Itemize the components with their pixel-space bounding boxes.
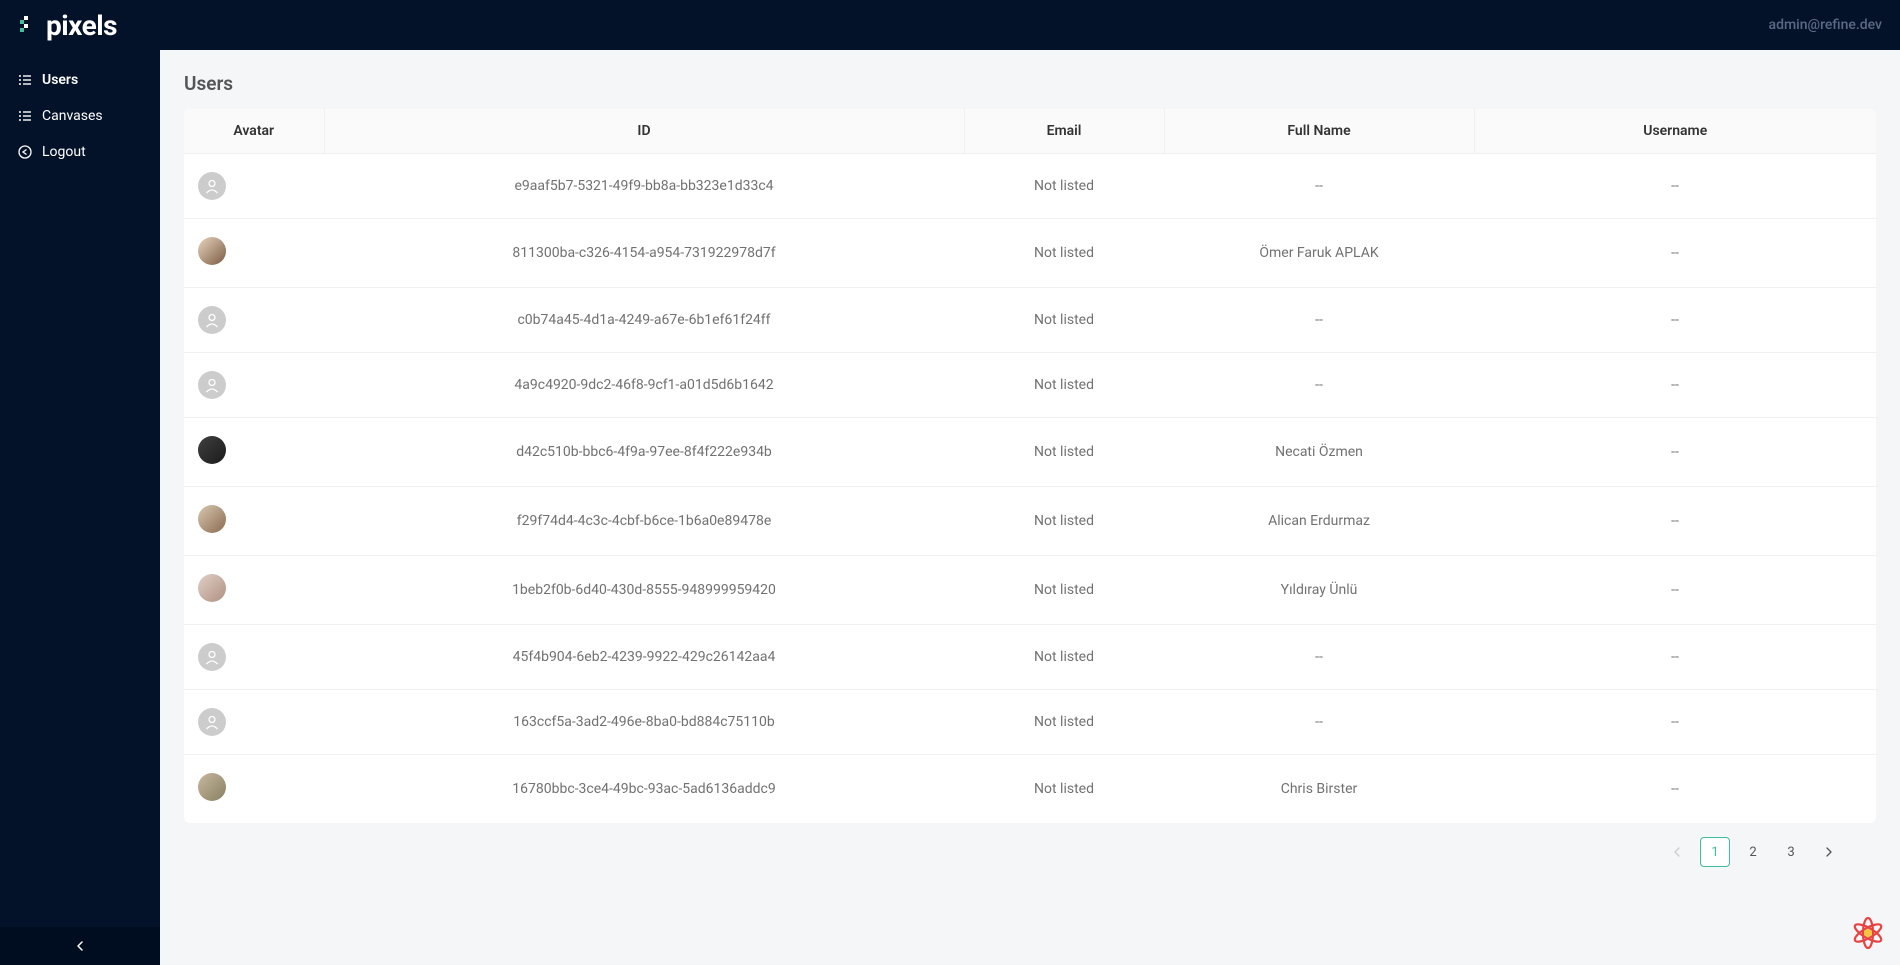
avatar <box>198 773 226 801</box>
pagination: 123 <box>184 837 1876 867</box>
sidebar: Users Canvases Logout <box>0 50 160 965</box>
logout-icon <box>18 145 32 159</box>
cell-fullname: Ömer Faruk APLAK <box>1164 219 1474 288</box>
column-header-username[interactable]: Username <box>1474 109 1876 154</box>
sidebar-item-canvases[interactable]: Canvases <box>0 98 160 134</box>
cell-email: Not listed <box>964 154 1164 219</box>
list-icon <box>18 73 32 87</box>
logo[interactable]: pixels <box>18 9 117 42</box>
cell-username: -- <box>1474 154 1876 219</box>
pagination-prev-button[interactable] <box>1662 837 1692 867</box>
cell-email: Not listed <box>964 418 1164 487</box>
sidebar-item-users[interactable]: Users <box>0 62 160 98</box>
table-row[interactable]: f29f74d4-4c3c-4cbf-b6ce-1b6a0e89478eNot … <box>184 487 1876 556</box>
column-header-avatar[interactable]: Avatar <box>184 109 324 154</box>
cell-id: 163ccf5a-3ad2-496e-8ba0-bd884c75110b <box>324 690 964 755</box>
table-row[interactable]: 4a9c4920-9dc2-46f8-9cf1-a01d5d6b1642Not … <box>184 353 1876 418</box>
app-header: pixels admin@refine.dev <box>0 0 1900 50</box>
chevron-right-icon <box>1824 847 1834 857</box>
cell-username: -- <box>1474 690 1876 755</box>
logo-icon <box>18 14 40 36</box>
pagination-page-3[interactable]: 3 <box>1776 837 1806 867</box>
cell-email: Not listed <box>964 625 1164 690</box>
cell-username: -- <box>1474 288 1876 353</box>
cell-id: 16780bbc-3ce4-49bc-93ac-5ad6136addc9 <box>324 755 964 824</box>
avatar <box>198 172 226 200</box>
cell-id: e9aaf5b7-5321-49f9-bb8a-bb323e1d33c4 <box>324 154 964 219</box>
table-row[interactable]: 45f4b904-6eb2-4239-9922-429c26142aa4Not … <box>184 625 1876 690</box>
cell-email: Not listed <box>964 288 1164 353</box>
cell-email: Not listed <box>964 219 1164 288</box>
column-header-fullname[interactable]: Full Name <box>1164 109 1474 154</box>
cell-id: c0b74a45-4d1a-4249-a67e-6b1ef61f24ff <box>324 288 964 353</box>
cell-username: -- <box>1474 625 1876 690</box>
pagination-next-button[interactable] <box>1814 837 1844 867</box>
column-header-id[interactable]: ID <box>324 109 964 154</box>
cell-fullname: -- <box>1164 154 1474 219</box>
table-row[interactable]: e9aaf5b7-5321-49f9-bb8a-bb323e1d33c4Not … <box>184 154 1876 219</box>
users-table: Avatar ID Email Full Name Username e9aaf… <box>184 109 1876 823</box>
sidebar-item-logout[interactable]: Logout <box>0 134 160 170</box>
pagination-page-1[interactable]: 1 <box>1700 837 1730 867</box>
cell-email: Not listed <box>964 353 1164 418</box>
cell-email: Not listed <box>964 755 1164 824</box>
table-row[interactable]: 811300ba-c326-4154-a954-731922978d7fNot … <box>184 219 1876 288</box>
cell-fullname: -- <box>1164 690 1474 755</box>
cell-fullname: -- <box>1164 353 1474 418</box>
avatar <box>198 371 226 399</box>
cell-id: 45f4b904-6eb2-4239-9922-429c26142aa4 <box>324 625 964 690</box>
cell-fullname: -- <box>1164 288 1474 353</box>
cell-id: f29f74d4-4c3c-4cbf-b6ce-1b6a0e89478e <box>324 487 964 556</box>
sidebar-collapse-button[interactable] <box>0 927 160 965</box>
list-icon <box>18 109 32 123</box>
avatar <box>198 708 226 736</box>
avatar <box>198 237 226 265</box>
chevron-left-icon <box>1672 847 1682 857</box>
cell-username: -- <box>1474 755 1876 824</box>
table-row[interactable]: 163ccf5a-3ad2-496e-8ba0-bd884c75110bNot … <box>184 690 1876 755</box>
avatar <box>198 505 226 533</box>
cell-email: Not listed <box>964 556 1164 625</box>
chevron-left-icon <box>74 940 86 952</box>
cell-fullname: Chris Birster <box>1164 755 1474 824</box>
avatar <box>198 643 226 671</box>
sidebar-item-label: Users <box>42 72 78 88</box>
avatar <box>198 574 226 602</box>
cell-fullname: Yıldıray Ünlü <box>1164 556 1474 625</box>
logo-text: pixels <box>46 9 117 42</box>
cell-username: -- <box>1474 353 1876 418</box>
cell-id: 811300ba-c326-4154-a954-731922978d7f <box>324 219 964 288</box>
cell-email: Not listed <box>964 487 1164 556</box>
cell-id: 1beb2f0b-6d40-430d-8555-948999959420 <box>324 556 964 625</box>
current-user-email: admin@refine.dev <box>1769 17 1882 33</box>
column-header-email[interactable]: Email <box>964 109 1164 154</box>
sidebar-item-label: Canvases <box>42 108 103 124</box>
avatar <box>198 436 226 464</box>
table-row[interactable]: 1beb2f0b-6d40-430d-8555-948999959420Not … <box>184 556 1876 625</box>
cell-fullname: Alican Erdurmaz <box>1164 487 1474 556</box>
cell-username: -- <box>1474 418 1876 487</box>
table-row[interactable]: d42c510b-bbc6-4f9a-97ee-8f4f222e934bNot … <box>184 418 1876 487</box>
cell-id: d42c510b-bbc6-4f9a-97ee-8f4f222e934b <box>324 418 964 487</box>
cell-fullname: -- <box>1164 625 1474 690</box>
react-query-devtools-badge[interactable] <box>1850 915 1886 951</box>
cell-email: Not listed <box>964 690 1164 755</box>
page-title: Users <box>184 72 1876 95</box>
cell-username: -- <box>1474 556 1876 625</box>
main-content: Users Avatar ID Email Full Name Username… <box>160 50 1900 965</box>
pagination-page-2[interactable]: 2 <box>1738 837 1768 867</box>
cell-fullname: Necati Özmen <box>1164 418 1474 487</box>
table-row[interactable]: c0b74a45-4d1a-4249-a67e-6b1ef61f24ffNot … <box>184 288 1876 353</box>
cell-username: -- <box>1474 219 1876 288</box>
avatar <box>198 306 226 334</box>
cell-username: -- <box>1474 487 1876 556</box>
cell-id: 4a9c4920-9dc2-46f8-9cf1-a01d5d6b1642 <box>324 353 964 418</box>
sidebar-item-label: Logout <box>42 144 86 160</box>
table-row[interactable]: 16780bbc-3ce4-49bc-93ac-5ad6136addc9Not … <box>184 755 1876 824</box>
